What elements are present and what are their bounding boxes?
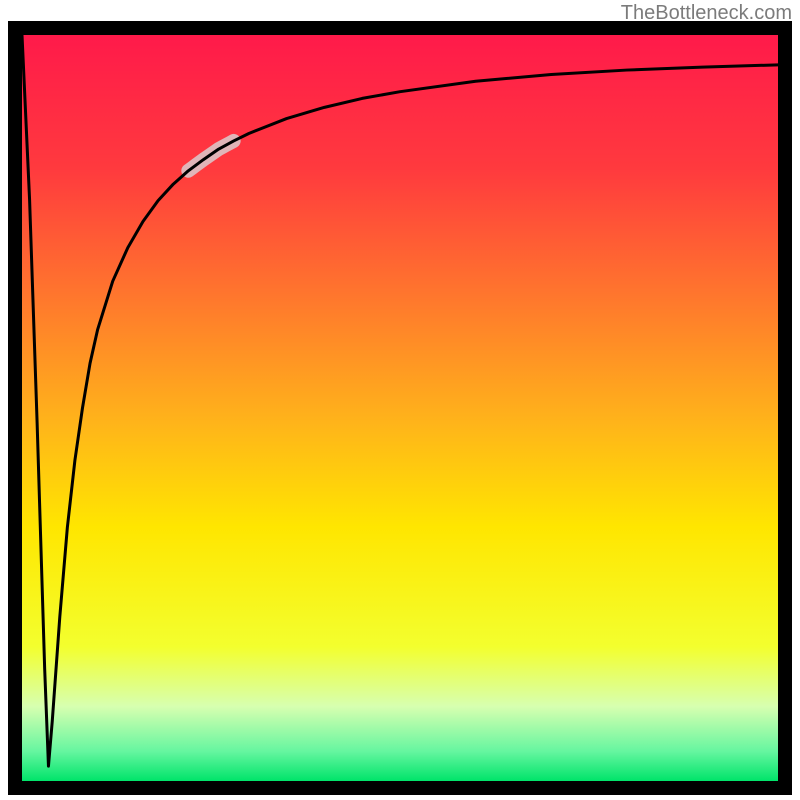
- attribution-label: TheBottleneck.com: [621, 2, 792, 25]
- gradient-background: [22, 35, 778, 781]
- bottleneck-chart: [0, 0, 800, 800]
- chart-container: TheBottleneck.com: [0, 0, 800, 800]
